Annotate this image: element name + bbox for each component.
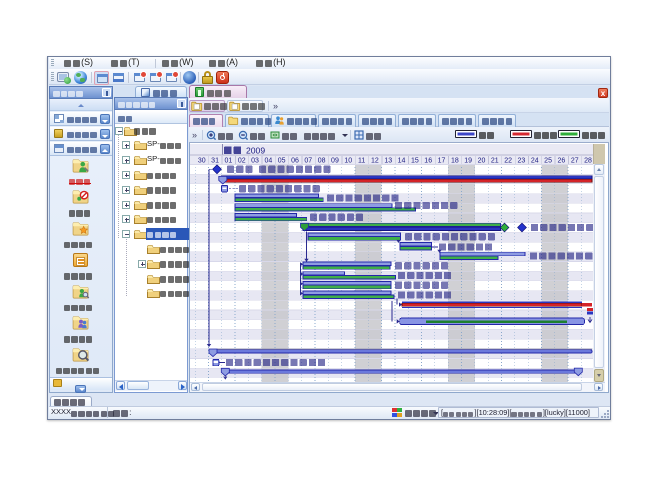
svg-text:08: 08 (318, 157, 326, 164)
svg-text:21: 21 (491, 157, 499, 164)
svg-text:23: 23 (518, 157, 526, 164)
svg-text:06: 06 (291, 157, 299, 164)
svg-text:2009: 2009 (246, 145, 265, 155)
svg-text:22: 22 (504, 157, 512, 164)
svg-text:07: 07 (304, 157, 312, 164)
svg-text:20: 20 (478, 157, 486, 164)
svg-text:10: 10 (344, 157, 352, 164)
svg-text:28: 28 (584, 157, 592, 164)
svg-text:09: 09 (331, 157, 339, 164)
svg-text:19: 19 (464, 157, 472, 164)
svg-text:27: 27 (571, 157, 579, 164)
svg-text:11: 11 (358, 157, 365, 164)
svg-text:26: 26 (558, 157, 566, 164)
svg-text:14: 14 (398, 157, 406, 164)
svg-text:17: 17 (438, 157, 446, 164)
svg-text:05: 05 (278, 157, 286, 164)
svg-text:04: 04 (264, 157, 272, 164)
svg-text:02: 02 (238, 157, 246, 164)
svg-text:12: 12 (371, 157, 379, 164)
svg-text:30: 30 (198, 157, 206, 164)
svg-text:16: 16 (424, 157, 432, 164)
svg-text:31: 31 (211, 157, 219, 164)
svg-text:13: 13 (384, 157, 392, 164)
svg-text:01: 01 (225, 157, 233, 164)
svg-text:03: 03 (251, 157, 259, 164)
svg-text:25: 25 (544, 157, 552, 164)
svg-text:15: 15 (411, 157, 419, 164)
svg-text:18: 18 (451, 157, 459, 164)
svg-text:24: 24 (531, 157, 539, 164)
